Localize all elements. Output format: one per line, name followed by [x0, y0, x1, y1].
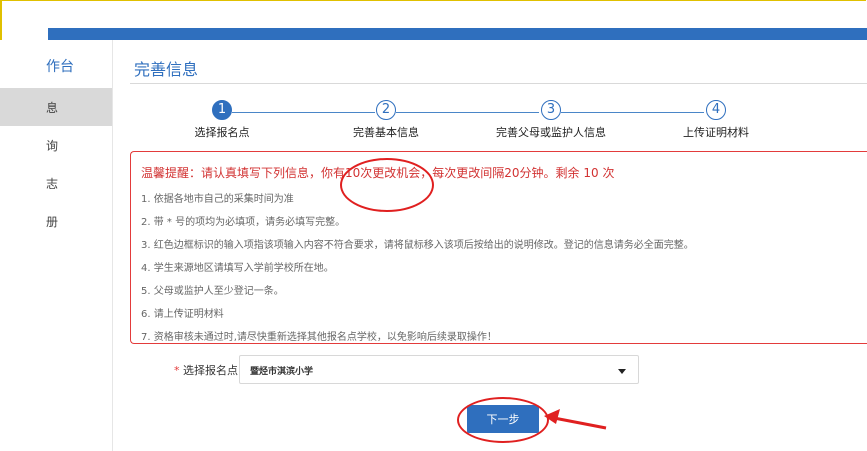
sidebar-title: 作台 [46, 59, 74, 75]
page-title: 完善信息 [134, 60, 199, 79]
step-connector [232, 112, 375, 113]
sidebar-item-label: 志 [46, 177, 59, 191]
registration-point-label: * 选择报名点 [174, 362, 238, 378]
annotation-arrow-icon [544, 409, 607, 430]
step-1-indicator: 1 [212, 100, 232, 120]
notice-item: 2. 带 * 号的项均为必填项，请务必填写完整。 [141, 217, 346, 228]
sidebar-item-manual[interactable]: 册 [0, 202, 112, 240]
step-3-indicator: 3 [541, 100, 561, 120]
top-bar [48, 28, 867, 40]
step-2-label: 完善基本信息 [353, 126, 419, 139]
step-4-indicator: 4 [706, 100, 726, 120]
sidebar-item-info[interactable]: 息 [0, 88, 112, 126]
annotation-ellipse [340, 158, 434, 212]
step-connector [396, 112, 539, 113]
sidebar-item-query[interactable]: 询 [0, 126, 112, 164]
sidebar-item-log[interactable]: 志 [0, 164, 112, 202]
step-4-label: 上传证明材料 [683, 126, 749, 139]
notice-item: 3. 红色边框标识的输入项指该项输入内容不符合要求，请将鼠标移入该项后按给出的说… [141, 240, 694, 251]
step-2-indicator: 2 [376, 100, 396, 120]
sidebar-item-label: 册 [46, 215, 59, 229]
annotation-ellipse [457, 397, 549, 443]
notice-item: 4. 学生来源地区请填写入学前学校所在地。 [141, 263, 334, 274]
sidebar-item-label: 询 [46, 139, 59, 153]
notice-panel: 温馨提醒：请认真填写下列信息，你有10次更改机会，每次更改间隔20分钟。剩余 1… [130, 151, 867, 344]
sidebar-item-label: 息 [46, 101, 59, 115]
registration-point-label-text: 选择报名点 [183, 364, 238, 377]
title-divider [130, 83, 867, 84]
step-1-label: 选择报名点 [194, 126, 250, 139]
required-mark: * [174, 364, 180, 377]
notice-item: 5. 父母或监护人至少登记一条。 [141, 286, 284, 297]
notice-item: 6. 请上传证明材料 [141, 309, 224, 320]
notice-item: 1. 依据各地市自己的采集时间为准 [141, 194, 294, 205]
step-connector [561, 112, 704, 113]
notice-item: 7. 资格审核未通过时,请尽快重新选择其他报名点学校，以免影响后续录取操作！ [141, 332, 497, 343]
sidebar: 作台 息 询 志 册 [0, 40, 113, 451]
registration-point-select[interactable]: 暨烃市淇滨小学 [239, 355, 639, 384]
selected-school: 暨烃市淇滨小学 [250, 367, 314, 377]
caret-down-icon [618, 369, 626, 374]
step-3-label: 完善父母或监护人信息 [496, 126, 606, 139]
